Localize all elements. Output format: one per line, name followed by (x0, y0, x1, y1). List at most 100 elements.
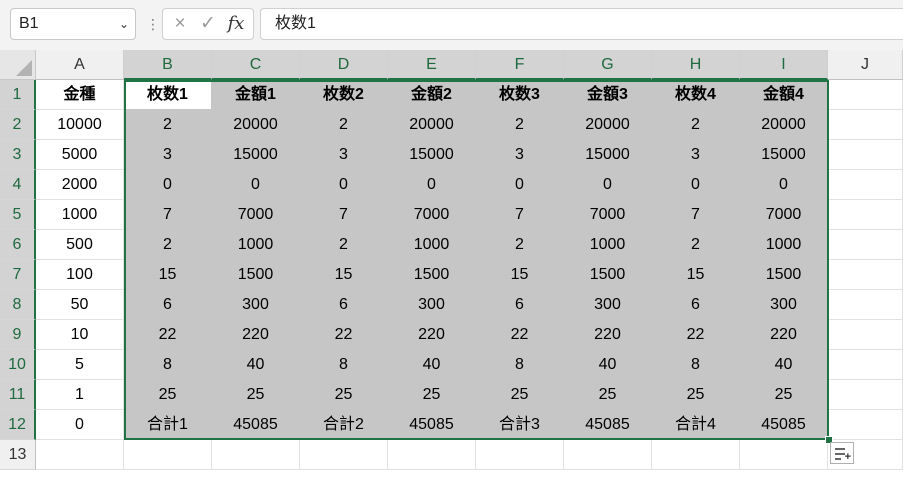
cell-i6[interactable]: 1000 (740, 230, 828, 260)
cell-c6[interactable]: 1000 (212, 230, 300, 260)
cell-f3[interactable]: 3 (476, 140, 564, 170)
cell-h10[interactable]: 8 (652, 350, 740, 380)
column-header-j[interactable]: J (828, 50, 903, 80)
row-header-1[interactable]: 1 (0, 80, 36, 110)
cell-b13[interactable] (124, 440, 212, 470)
cell-h6[interactable]: 2 (652, 230, 740, 260)
cell-d12[interactable]: 合計2 (300, 410, 388, 440)
cell-g9[interactable]: 220 (564, 320, 652, 350)
row-header-8[interactable]: 8 (0, 290, 36, 320)
cell-b9[interactable]: 22 (124, 320, 212, 350)
cell-a4[interactable]: 2000 (36, 170, 124, 200)
cell-c4[interactable]: 0 (212, 170, 300, 200)
row-header-10[interactable]: 10 (0, 350, 36, 380)
cell-j4[interactable] (828, 170, 903, 200)
cell-d5[interactable]: 7 (300, 200, 388, 230)
row-header-2[interactable]: 2 (0, 110, 36, 140)
cell-j1[interactable] (828, 80, 903, 110)
cell-e6[interactable]: 1000 (388, 230, 476, 260)
cell-j8[interactable] (828, 290, 903, 320)
cell-a13[interactable] (36, 440, 124, 470)
cancel-icon[interactable]: × (167, 9, 193, 39)
cell-d1[interactable]: 枚数2 (300, 80, 388, 110)
cell-i2[interactable]: 20000 (740, 110, 828, 140)
chevron-down-icon[interactable]: ⌄ (119, 9, 129, 39)
cell-b10[interactable]: 8 (124, 350, 212, 380)
cell-i13[interactable] (740, 440, 828, 470)
cell-f13[interactable] (476, 440, 564, 470)
cell-a3[interactable]: 5000 (36, 140, 124, 170)
cell-f10[interactable]: 8 (476, 350, 564, 380)
cell-j10[interactable] (828, 350, 903, 380)
cell-g11[interactable]: 25 (564, 380, 652, 410)
cell-h4[interactable]: 0 (652, 170, 740, 200)
row-header-9[interactable]: 9 (0, 320, 36, 350)
cell-c11[interactable]: 25 (212, 380, 300, 410)
cell-g8[interactable]: 300 (564, 290, 652, 320)
cell-a7[interactable]: 100 (36, 260, 124, 290)
select-all-button[interactable] (0, 50, 36, 80)
cell-j7[interactable] (828, 260, 903, 290)
cell-g3[interactable]: 15000 (564, 140, 652, 170)
cell-a8[interactable]: 50 (36, 290, 124, 320)
cell-h12[interactable]: 合計4 (652, 410, 740, 440)
cell-a2[interactable]: 10000 (36, 110, 124, 140)
cell-j3[interactable] (828, 140, 903, 170)
cell-c9[interactable]: 220 (212, 320, 300, 350)
cell-b12[interactable]: 合計1 (124, 410, 212, 440)
cell-e9[interactable]: 220 (388, 320, 476, 350)
cell-c3[interactable]: 15000 (212, 140, 300, 170)
cell-j12[interactable] (828, 410, 903, 440)
cell-c1[interactable]: 金額1 (212, 80, 300, 110)
cell-e12[interactable]: 45085 (388, 410, 476, 440)
column-header-b[interactable]: B (124, 50, 212, 80)
formula-input[interactable]: 枚数1 (260, 8, 903, 40)
row-header-13[interactable]: 13 (0, 440, 36, 470)
cell-d6[interactable]: 2 (300, 230, 388, 260)
row-header-5[interactable]: 5 (0, 200, 36, 230)
column-header-h[interactable]: H (652, 50, 740, 80)
cell-e1[interactable]: 金額2 (388, 80, 476, 110)
cell-j2[interactable] (828, 110, 903, 140)
cell-f4[interactable]: 0 (476, 170, 564, 200)
cell-a5[interactable]: 1000 (36, 200, 124, 230)
cell-h5[interactable]: 7 (652, 200, 740, 230)
cell-h9[interactable]: 22 (652, 320, 740, 350)
cell-d3[interactable]: 3 (300, 140, 388, 170)
cell-d9[interactable]: 22 (300, 320, 388, 350)
cell-a6[interactable]: 500 (36, 230, 124, 260)
cell-i1[interactable]: 金額4 (740, 80, 828, 110)
column-header-e[interactable]: E (388, 50, 476, 80)
cell-h3[interactable]: 3 (652, 140, 740, 170)
cell-i10[interactable]: 40 (740, 350, 828, 380)
cell-e8[interactable]: 300 (388, 290, 476, 320)
cell-g12[interactable]: 45085 (564, 410, 652, 440)
cell-i9[interactable]: 220 (740, 320, 828, 350)
cell-g2[interactable]: 20000 (564, 110, 652, 140)
cell-j5[interactable] (828, 200, 903, 230)
cell-f1[interactable]: 枚数3 (476, 80, 564, 110)
row-header-12[interactable]: 12 (0, 410, 36, 440)
cell-e2[interactable]: 20000 (388, 110, 476, 140)
cell-i5[interactable]: 7000 (740, 200, 828, 230)
row-header-3[interactable]: 3 (0, 140, 36, 170)
cell-i4[interactable]: 0 (740, 170, 828, 200)
cell-g6[interactable]: 1000 (564, 230, 652, 260)
cell-d10[interactable]: 8 (300, 350, 388, 380)
cell-c8[interactable]: 300 (212, 290, 300, 320)
cell-b2[interactable]: 2 (124, 110, 212, 140)
cell-b5[interactable]: 7 (124, 200, 212, 230)
cell-b8[interactable]: 6 (124, 290, 212, 320)
cell-b1[interactable]: 枚数1 (124, 80, 212, 110)
row-header-6[interactable]: 6 (0, 230, 36, 260)
cell-e10[interactable]: 40 (388, 350, 476, 380)
cell-i3[interactable]: 15000 (740, 140, 828, 170)
cell-h2[interactable]: 2 (652, 110, 740, 140)
cell-f7[interactable]: 15 (476, 260, 564, 290)
insert-function-icon[interactable]: fx (223, 9, 249, 39)
cell-e5[interactable]: 7000 (388, 200, 476, 230)
cell-a12[interactable]: 0 (36, 410, 124, 440)
cell-j11[interactable] (828, 380, 903, 410)
cell-i7[interactable]: 1500 (740, 260, 828, 290)
cell-a9[interactable]: 10 (36, 320, 124, 350)
